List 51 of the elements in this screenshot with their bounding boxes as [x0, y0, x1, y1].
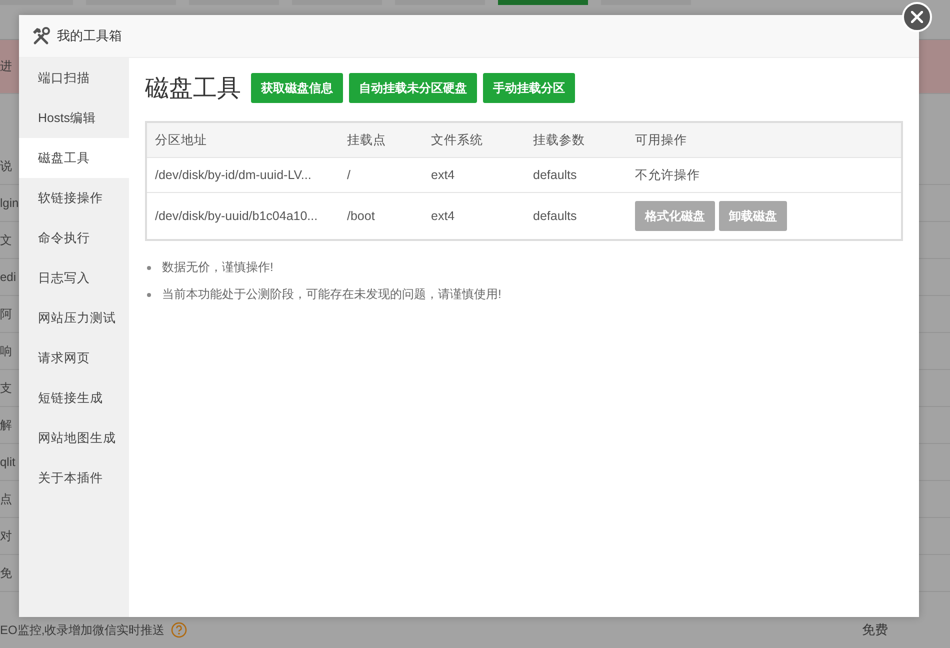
row-text: qlit	[0, 455, 16, 469]
price-text: 免费	[862, 621, 888, 639]
sidebar-item[interactable]: 磁盘工具	[19, 138, 129, 178]
note-text: 当前本功能处于公测阶段，可能存在未发现的问题，请谨慎使用!	[162, 286, 502, 303]
table-cell-text: defaults	[532, 168, 578, 182]
close-icon	[911, 11, 923, 23]
table-cell-text: ext4	[430, 209, 456, 223]
sidebar-item[interactable]: 端口扫描	[19, 58, 129, 98]
column-header: 分区地址	[154, 132, 208, 148]
column-header: 挂载点	[346, 132, 387, 148]
close-button[interactable]	[902, 2, 932, 32]
row-text: 对	[0, 528, 12, 544]
table-cell-text: 不允许操作	[634, 166, 701, 184]
column-header: 挂载参数	[532, 132, 586, 148]
tab[interactable]	[498, 0, 588, 5]
bullet-icon	[147, 266, 151, 270]
row-text: 进	[0, 58, 12, 75]
dialog-title: 我的工具箱	[57, 27, 122, 45]
sidebar-item[interactable]: 关于本插件	[19, 458, 129, 498]
table-cell-text: /dev/disk/by-uuid/b1c04a10...	[154, 209, 319, 223]
table-cell-text: /dev/disk/by-id/dm-uuid-LV...	[154, 168, 312, 182]
table-cell-text: ext4	[430, 168, 456, 182]
sidebar-item[interactable]: 软链接操作	[19, 178, 129, 218]
note-text: 数据无价，谨慎操作!	[162, 259, 274, 276]
sidebar-item[interactable]: 短链接生成	[19, 378, 129, 418]
sidebar-item[interactable]: Hosts编辑	[19, 98, 129, 138]
row-text: 说	[0, 158, 12, 174]
row-text: 免	[0, 564, 12, 582]
help-icon[interactable]	[170, 622, 187, 638]
table-cell-text: defaults	[532, 209, 578, 223]
row-text: 响	[0, 342, 12, 360]
row-text: 文	[0, 232, 12, 248]
column-header: 文件系统	[430, 132, 484, 148]
row-text: 点	[0, 490, 12, 508]
sidebar-item[interactable]: 网站压力测试	[19, 298, 129, 338]
page-heading: 磁盘工具	[145, 74, 241, 104]
sidebar-item[interactable]: 日志写入	[19, 258, 129, 298]
sidebar-item[interactable]: 请求网页	[19, 338, 129, 378]
table-cell-text: /	[346, 168, 352, 182]
row-text: 解	[0, 416, 12, 434]
row-text: EO监控,收录增加微信实时推送	[0, 622, 165, 638]
row-text: edi	[0, 270, 16, 284]
tools-icon	[31, 26, 51, 46]
sidebar-item[interactable]: 网站地图生成	[19, 418, 129, 458]
row-text: 阿	[0, 306, 12, 322]
column-header: 可用操作	[634, 132, 688, 148]
row-text: 支	[0, 380, 12, 396]
table-cell-text: /boot	[346, 209, 376, 223]
bullet-icon	[147, 292, 151, 296]
sidebar-item[interactable]: 命令执行	[19, 218, 129, 258]
row-text: lgin	[0, 196, 19, 210]
